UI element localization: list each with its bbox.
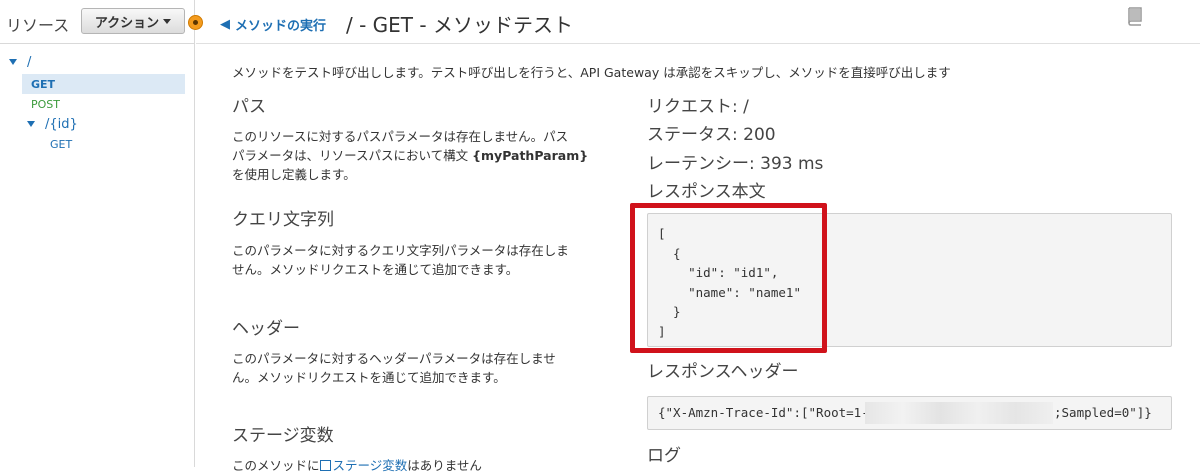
external-link-icon bbox=[319, 460, 331, 471]
response-body-heading: レスポンス本文 bbox=[647, 182, 766, 202]
stage-variables-heading: ステージ変数 bbox=[232, 426, 334, 446]
query-string-heading: クエリ文字列 bbox=[232, 210, 334, 230]
page-header: ◀ メソッドの実行 / - GET - メソッドテスト bbox=[196, 0, 1200, 44]
documentation-book-icon[interactable] bbox=[1126, 6, 1144, 26]
back-to-method-execution-link[interactable]: ◀ メソッドの実行 bbox=[220, 15, 326, 34]
request-path: リクエスト: / bbox=[647, 97, 749, 117]
page-title: / - GET - メソッドテスト bbox=[346, 13, 573, 37]
tree-item-id[interactable]: /{id} bbox=[0, 114, 194, 134]
actions-button-label: アクション bbox=[94, 15, 160, 31]
tree-item-id-get[interactable]: GET bbox=[0, 134, 194, 154]
redacted-trace-id bbox=[865, 402, 1053, 424]
response-headers-box[interactable]: {"X-Amzn-Trace-Id":["Root=1-62 ;Sampled=… bbox=[647, 396, 1172, 430]
stage-variables-link[interactable]: ステージ変数 bbox=[333, 458, 408, 473]
header-text-line: ん。メソッドリクエストを通じて追加できます。 bbox=[232, 370, 506, 385]
sidebar-header: リソース アクション bbox=[0, 0, 195, 44]
path-text-line: を使用し定義します。 bbox=[232, 167, 356, 182]
resource-tree: / GET POST /{id} GET bbox=[0, 52, 194, 154]
back-arrow-icon: ◀ bbox=[220, 17, 230, 32]
stage-text-suffix: はありません bbox=[407, 458, 482, 473]
path-heading: パス bbox=[232, 97, 266, 117]
tree-item-label: POST bbox=[31, 97, 60, 111]
expand-triangle-icon[interactable] bbox=[27, 121, 35, 127]
header-text-line: このパラメータに対するヘッダーパラメータは存在しませ bbox=[232, 351, 556, 366]
path-param-syntax: {myPathParam} bbox=[472, 148, 589, 163]
tree-item-root[interactable]: / bbox=[0, 52, 194, 72]
response-headers-prefix: {"X-Amzn-Trace-Id":["Root=1-62 bbox=[658, 405, 884, 420]
sidebar-title: リソース bbox=[6, 16, 70, 35]
query-text-line: せん。メソッドリクエストを通じて追加できます。 bbox=[232, 262, 519, 277]
tree-item-root-post[interactable]: POST bbox=[0, 94, 194, 114]
back-link-label: メソッドの実行 bbox=[235, 19, 327, 34]
main-panel: ◀ メソッドの実行 / - GET - メソッドテスト メソッドをテスト呼び出し… bbox=[196, 0, 1200, 473]
stage-variables-description: このメソッドに ステージ変数はありません bbox=[232, 456, 597, 475]
test-description: メソッドをテスト呼び出しします。テスト呼び出しを行うと、API Gateway … bbox=[232, 65, 951, 80]
tree-item-root-get[interactable]: GET bbox=[22, 74, 185, 94]
response-headers-suffix: ;Sampled=0"]} bbox=[1054, 405, 1152, 420]
tree-item-label: /{id} bbox=[45, 116, 78, 132]
log-heading: ログ bbox=[647, 446, 681, 466]
headers-heading: ヘッダー bbox=[232, 319, 300, 339]
actions-dropdown-button[interactable]: アクション bbox=[81, 8, 185, 34]
path-text-segment: パラメータは、リソースパスにおいて構文 bbox=[232, 148, 469, 163]
resource-sidebar: リソース アクション / GET POST /{id} GET bbox=[0, 0, 195, 467]
query-string-description: このパラメータに対するクエリ文字列パラメータは存在しま せん。メソッドリクエスト… bbox=[232, 241, 597, 279]
expand-triangle-icon[interactable] bbox=[9, 59, 17, 65]
tree-item-label: / bbox=[27, 54, 32, 70]
tree-item-label: GET bbox=[50, 137, 73, 151]
query-text-line: このパラメータに対するクエリ文字列パラメータは存在しま bbox=[232, 243, 569, 258]
stage-text-prefix: このメソッドに bbox=[232, 458, 320, 473]
latency: レーテンシー: 393 ms bbox=[647, 154, 824, 174]
tree-item-label: GET bbox=[31, 77, 56, 91]
path-description: このリソースに対するパスパラメータは存在しません。パス パラメータは、リソースパ… bbox=[232, 127, 597, 184]
highlight-annotation bbox=[630, 203, 827, 353]
chevron-down-icon bbox=[163, 18, 172, 24]
path-text-line: パラメータは、リソースパスにおいて構文 {myPathParam} bbox=[232, 146, 597, 165]
path-text-line: このリソースに対するパスパラメータは存在しません。パス bbox=[232, 129, 569, 144]
headers-description: このパラメータに対するヘッダーパラメータは存在しませ ん。メソッドリクエストを通… bbox=[232, 349, 597, 387]
status-code: ステータス: 200 bbox=[647, 125, 776, 145]
response-headers-heading: レスポンスヘッダー bbox=[647, 362, 799, 382]
